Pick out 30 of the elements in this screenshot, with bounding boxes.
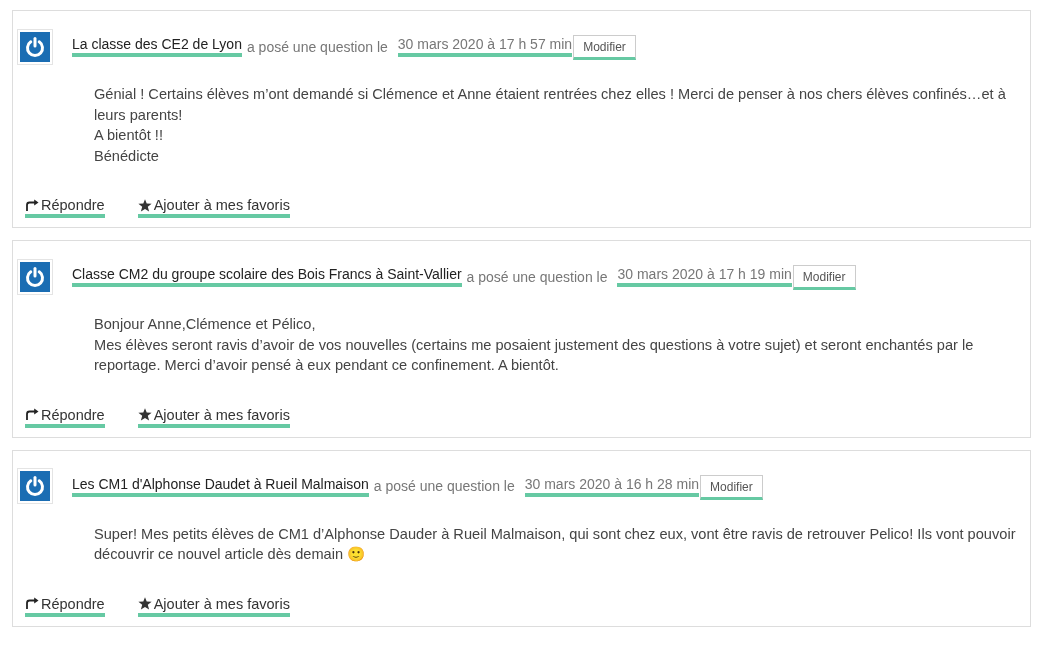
reply-arrow-icon	[25, 408, 39, 421]
avatar-power-icon	[17, 28, 53, 65]
asked-label: a posé une question le	[466, 268, 608, 285]
comment-text: Super! Mes petits élèves de CM1 d’Alphonse Dauder à Rueil Malmaison, qui sont chez eux, vont être ravis de retrouver Pelico! Ils vont pouvoir découvrir ce nouvel article dès demain 🙂	[94, 525, 1016, 562]
comment-text: Génial ! Certains élèves m’ont demandé si Clémence et Anne étaient rentrées chez elles ! Merci de penser à nos chers élèves confinés…et à leurs parents! A bientôt !! Bénédicte	[94, 86, 1006, 164]
favorite-link[interactable]: Ajouter à mes favoris	[137, 406, 290, 428]
reply-link[interactable]: Répondre	[25, 406, 105, 428]
date-link[interactable]: 30 mars 2020 à 16 h 28 min	[524, 475, 700, 497]
star-icon	[137, 198, 152, 212]
edit-button[interactable]: Modifier	[573, 35, 636, 60]
avatar-power-icon	[17, 468, 53, 504]
edit-button[interactable]: Modifier	[700, 474, 763, 500]
reply-arrow-icon	[25, 597, 39, 610]
star-icon	[137, 597, 152, 610]
author-link[interactable]: La classe des CE2 de Lyon	[72, 36, 242, 57]
asked-label: a posé une question le	[373, 478, 515, 494]
asked-label: a posé une question le	[246, 38, 388, 55]
reply-arrow-icon	[25, 198, 39, 212]
favorite-link[interactable]: Ajouter à mes favoris	[137, 197, 290, 218]
comment-text: Bonjour Anne,Clémence et Pélico, Mes élèves seront ravis d’avoir de vos nouvelles (certains me posaient justement des questions à votre sujet) et seront enchantés par le reportage. Merci d’avoir pensé à eux pendant ce confinement. A bientôt.	[94, 316, 974, 373]
date-link[interactable]: 30 mars 2020 à 17 h 57 min	[397, 36, 573, 57]
edit-button[interactable]: Modifier	[792, 265, 856, 290]
author-link[interactable]: Classe CM2 du groupe scolaire des Bois Francs à Saint-Vallier	[72, 266, 462, 287]
reply-link[interactable]: Répondre	[25, 595, 105, 617]
favorite-link[interactable]: Ajouter à mes favoris	[137, 595, 290, 617]
date-link[interactable]: 30 mars 2020 à 17 h 19 min	[617, 266, 792, 287]
author-link[interactable]: Les CM1 d'Alphonse Daudet à Rueil Malmaison	[72, 475, 369, 497]
reply-link[interactable]: Répondre	[25, 197, 105, 218]
star-icon	[137, 408, 152, 421]
avatar-power-icon	[17, 258, 53, 295]
